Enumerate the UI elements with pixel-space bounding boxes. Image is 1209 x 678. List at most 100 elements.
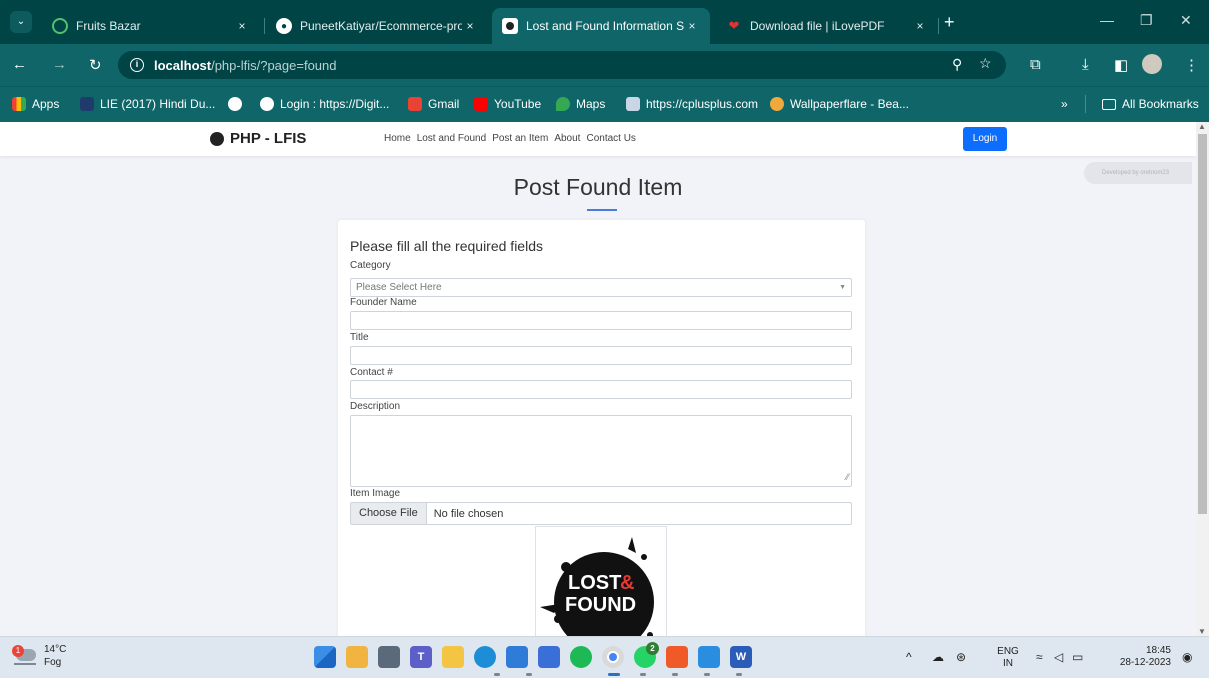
item-image-preview: LOST & FOUND <box>535 526 667 636</box>
choose-file-button[interactable]: Choose File <box>351 503 427 524</box>
contact-input[interactable] <box>350 380 852 399</box>
tab-ilovepdf[interactable]: ❤ Download file | iLovePDF × <box>716 8 938 44</box>
title-underline <box>587 209 617 211</box>
restore-icon[interactable]: ❐ <box>1140 12 1153 29</box>
bookmark-youtube[interactable]: YouTube <box>474 97 541 111</box>
onedrive-icon[interactable]: ☁ <box>932 650 944 664</box>
language-indicator[interactable]: ENG IN <box>992 646 1024 670</box>
bookmark-apps[interactable]: Apps <box>12 97 59 111</box>
bookmark-label: Gmail <box>428 97 460 111</box>
zoom-icon[interactable]: ⚲ <box>952 56 962 73</box>
close-icon[interactable]: × <box>684 19 700 33</box>
edge-icon[interactable] <box>474 646 496 668</box>
running-indicator <box>704 673 710 676</box>
bookmark-star-icon[interactable]: ☆ <box>979 55 992 72</box>
all-bookmarks-button[interactable]: All Bookmarks <box>1102 97 1199 111</box>
windows-taskbar: 1 14°C Fog T 2 W ^ ☁ ⊛ ENG IN ≈ ◁ ▭ 18:4… <box>0 636 1209 678</box>
battery-icon[interactable]: ▭ <box>1072 650 1083 664</box>
description-label: Description <box>350 401 401 412</box>
vpn-icon[interactable]: ⊛ <box>956 650 966 664</box>
tab-lost-and-found[interactable]: Lost and Found Information Sy × <box>492 8 710 44</box>
nav-post-an-item[interactable]: Post an Item <box>492 133 548 144</box>
description-textarea[interactable]: ⁄⁄ <box>350 415 852 487</box>
whatsapp-icon[interactable]: 2 <box>634 642 659 668</box>
start-icon[interactable] <box>314 646 336 668</box>
window-close-icon[interactable]: ✕ <box>1180 12 1192 29</box>
logo-text-lost: LOST <box>568 572 621 594</box>
chrome-icon[interactable] <box>602 646 624 668</box>
reload-icon[interactable]: ↻ <box>89 56 102 74</box>
extensions-icon[interactable]: ⧉ <box>1030 56 1041 73</box>
weather-widget[interactable]: 1 14°C Fog <box>12 643 66 669</box>
volume-icon[interactable]: ◁ <box>1054 650 1063 664</box>
task-view-icon[interactable] <box>378 646 400 668</box>
site-brand[interactable]: PHP - LFIS <box>210 130 306 147</box>
title-input[interactable] <box>350 346 852 365</box>
menu-icon[interactable]: ⋮ <box>1184 56 1199 74</box>
close-icon[interactable]: × <box>462 19 478 33</box>
tab-title: Fruits Bazar <box>76 19 141 33</box>
tab-github[interactable]: ● PuneetKatiyar/Ecommerce-proj × <box>266 8 488 44</box>
tab-fruits-bazar[interactable]: Fruits Bazar × <box>42 8 260 44</box>
nav-contact-us[interactable]: Contact Us <box>586 133 635 144</box>
tab-divider <box>938 18 939 34</box>
app-icon[interactable] <box>538 646 560 668</box>
store-icon[interactable] <box>506 646 528 668</box>
side-panel-icon[interactable]: ◧ <box>1114 56 1128 74</box>
bookmark-maps[interactable]: Maps <box>556 97 605 111</box>
bookmark-gmail[interactable]: Gmail <box>408 97 459 111</box>
file-explorer-icon[interactable] <box>442 646 464 668</box>
tab-title: Lost and Found Information Sy <box>526 19 684 33</box>
contact-label: Contact # <box>350 367 393 378</box>
word-icon[interactable]: W <box>730 646 752 668</box>
nav-about[interactable]: About <box>554 133 580 144</box>
folder-icon <box>1102 98 1116 110</box>
chevron-up-icon[interactable]: ^ <box>906 650 912 664</box>
login-button[interactable]: Login <box>963 127 1007 151</box>
url-host: localhost <box>154 57 212 73</box>
notification-bell-icon[interactable]: ◉ <box>1182 650 1192 664</box>
nav-home[interactable]: Home <box>384 133 411 144</box>
category-select[interactable]: Please Select Here ▼ <box>350 278 852 297</box>
bookmark-wallpaperflare[interactable]: Wallpaperflare - Bea... <box>770 97 909 111</box>
profile-avatar[interactable] <box>1142 54 1162 74</box>
bookmark-lie[interactable]: LIE (2017) Hindi Du... <box>80 97 215 111</box>
vscode-icon[interactable] <box>698 646 720 668</box>
widgets-icon[interactable] <box>346 646 368 668</box>
spotify-icon[interactable] <box>570 646 592 668</box>
tab-title: PuneetKatiyar/Ecommerce-proj <box>300 19 462 33</box>
scroll-up-icon[interactable]: ▲ <box>1198 122 1206 131</box>
xampp-icon[interactable] <box>666 646 688 668</box>
new-tab-button[interactable]: + <box>944 12 955 33</box>
scrollbar-thumb[interactable] <box>1198 134 1207 514</box>
nav-lost-and-found[interactable]: Lost and Found <box>417 133 487 144</box>
forward-icon[interactable]: → <box>52 56 67 73</box>
bookmarks-overflow-button[interactable]: » <box>1061 97 1068 111</box>
resize-handle-icon[interactable]: ⁄⁄ <box>846 469 849 486</box>
wifi-icon[interactable]: ≈ <box>1036 650 1043 664</box>
file-status: No file chosen <box>433 507 504 520</box>
minimize-icon[interactable]: — <box>1100 12 1114 28</box>
download-icon[interactable]: ⤓ <box>1082 56 1089 73</box>
tab-search-button[interactable]: ⌄ <box>10 11 32 33</box>
page-scrollbar[interactable]: ▲ ▼ <box>1196 122 1209 636</box>
item-image-file-input[interactable]: Choose File No file chosen <box>350 502 852 525</box>
bookmark-globe[interactable] <box>228 97 248 111</box>
running-indicator <box>672 673 678 676</box>
close-icon[interactable]: × <box>234 19 250 33</box>
running-indicator <box>736 673 742 676</box>
site-info-icon[interactable]: i <box>130 58 144 72</box>
scroll-down-icon[interactable]: ▼ <box>1198 627 1206 636</box>
bookmark-label: Wallpaperflare - Bea... <box>790 97 909 111</box>
running-indicator <box>526 673 532 676</box>
bookmark-login[interactable]: Login : https://Digit... <box>260 97 389 111</box>
close-icon[interactable]: × <box>912 19 928 33</box>
bookmark-cplusplus[interactable]: https://cplusplus.com <box>626 97 758 111</box>
founder-name-input[interactable] <box>350 311 852 330</box>
address-bar[interactable]: i localhost /php-lfis/?page=found <box>118 51 1006 79</box>
clock[interactable]: 18:45 28-12-2023 <box>1095 645 1171 669</box>
url-path: /php-lfis/?page=found <box>211 57 337 73</box>
back-icon[interactable]: ← <box>12 56 27 73</box>
notification-badge: 2 <box>646 642 659 655</box>
teams-icon[interactable]: T <box>410 646 432 668</box>
